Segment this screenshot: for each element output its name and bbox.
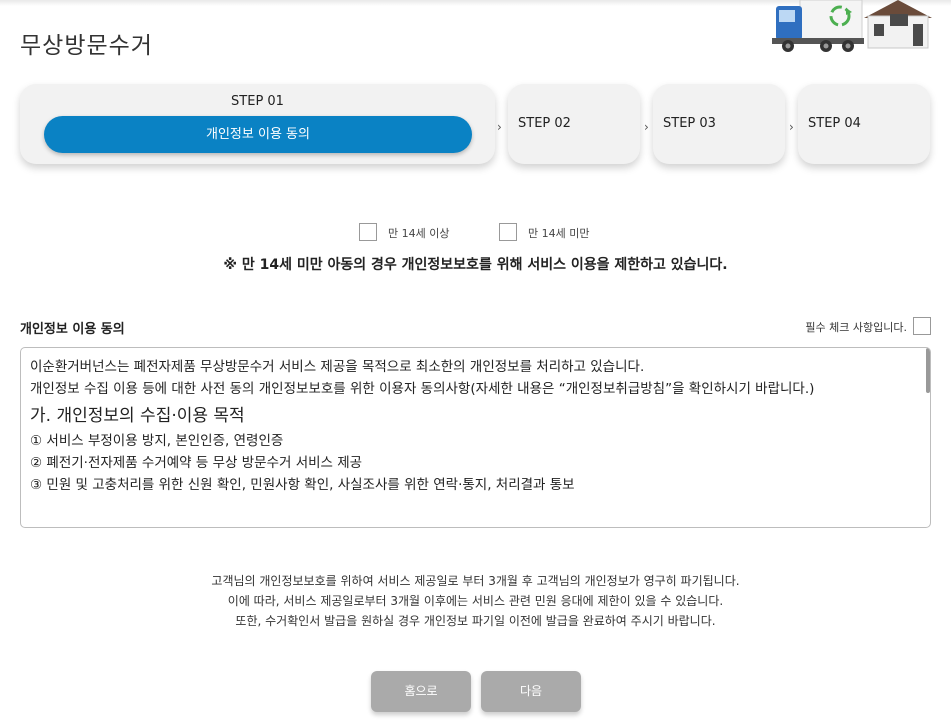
age-selection: 만 14세 이상 만 14세 미만 bbox=[0, 223, 951, 243]
step-1-detail: 개인정보 이용 동의 bbox=[44, 116, 472, 153]
terms-line: ② 폐전기·전자제품 수거예약 등 무상 방문수거 서비스 제공 bbox=[30, 455, 363, 471]
terms-scrollbar[interactable] bbox=[926, 348, 930, 393]
consent-terms-box[interactable]: 이순환거버넌스는 폐전자제품 무상방문수거 서비스 제공을 목적으로 최소한의 … bbox=[20, 347, 931, 528]
page-title: 무상방문수거 bbox=[20, 33, 153, 59]
chevron-right-icon: › bbox=[789, 120, 794, 134]
terms-line: ③ 민원 및 고충처리를 위한 신원 확인, 민원사항 확인, 사실조사를 위한… bbox=[30, 477, 575, 493]
retention-line: 이에 따라, 서비스 제공일로부터 3개월 이후에는 서비스 관련 민원 응대에… bbox=[227, 594, 724, 608]
terms-heading: 가. 개인정보의 수집·이용 목적 bbox=[30, 406, 245, 426]
retention-line: 또한, 수거확인서 발급을 원하실 경우 개인정보 파기일 이전에 발급을 완료… bbox=[235, 614, 716, 628]
chevron-right-icon: › bbox=[497, 120, 502, 134]
required-label: 필수 체크 사항입니다. bbox=[805, 321, 907, 334]
terms-line: ① 서비스 부정이용 방지, 본인인증, 연령인증 bbox=[30, 433, 284, 449]
step-1: STEP 01 개인정보 이용 동의 bbox=[20, 84, 495, 164]
chevron-right-icon: › bbox=[644, 120, 649, 134]
age-under-14-label: 만 14세 미만 bbox=[528, 227, 590, 240]
recycling-truck-house-illustration bbox=[772, 0, 932, 52]
age-over-14-label: 만 14세 이상 bbox=[388, 227, 450, 240]
home-button[interactable]: 홈으로 bbox=[371, 671, 471, 712]
consent-checkbox[interactable] bbox=[913, 317, 931, 335]
terms-line: 개인정보 수집 이용 등에 대한 사전 동의 개인정보보호를 위한 이용자 동의… bbox=[30, 381, 815, 397]
step-3: STEP 03 bbox=[653, 84, 785, 164]
next-button[interactable]: 다음 bbox=[481, 671, 581, 712]
age-under-14-checkbox[interactable] bbox=[499, 223, 517, 241]
age-over-14-checkbox[interactable] bbox=[359, 223, 377, 241]
consent-title: 개인정보 이용 동의 bbox=[20, 322, 125, 337]
step-4: STEP 04 bbox=[798, 84, 930, 164]
step-2: STEP 02 bbox=[508, 84, 640, 164]
age-notice: ※ 만 14세 미만 아동의 경우 개인정보보호를 위해 서비스 이용을 제한하… bbox=[223, 257, 728, 273]
retention-line: 고객님의 개인정보보호를 위하여 서비스 제공일로 부터 3개월 후 고객님의 … bbox=[211, 574, 740, 588]
step-1-label: STEP 01 bbox=[231, 94, 284, 109]
terms-line: 이순환거버넌스는 폐전자제품 무상방문수거 서비스 제공을 목적으로 최소한의 … bbox=[30, 359, 645, 375]
retention-info: 고객님의 개인정보보호를 위하여 서비스 제공일로 부터 3개월 후 고객님의 … bbox=[0, 571, 951, 631]
